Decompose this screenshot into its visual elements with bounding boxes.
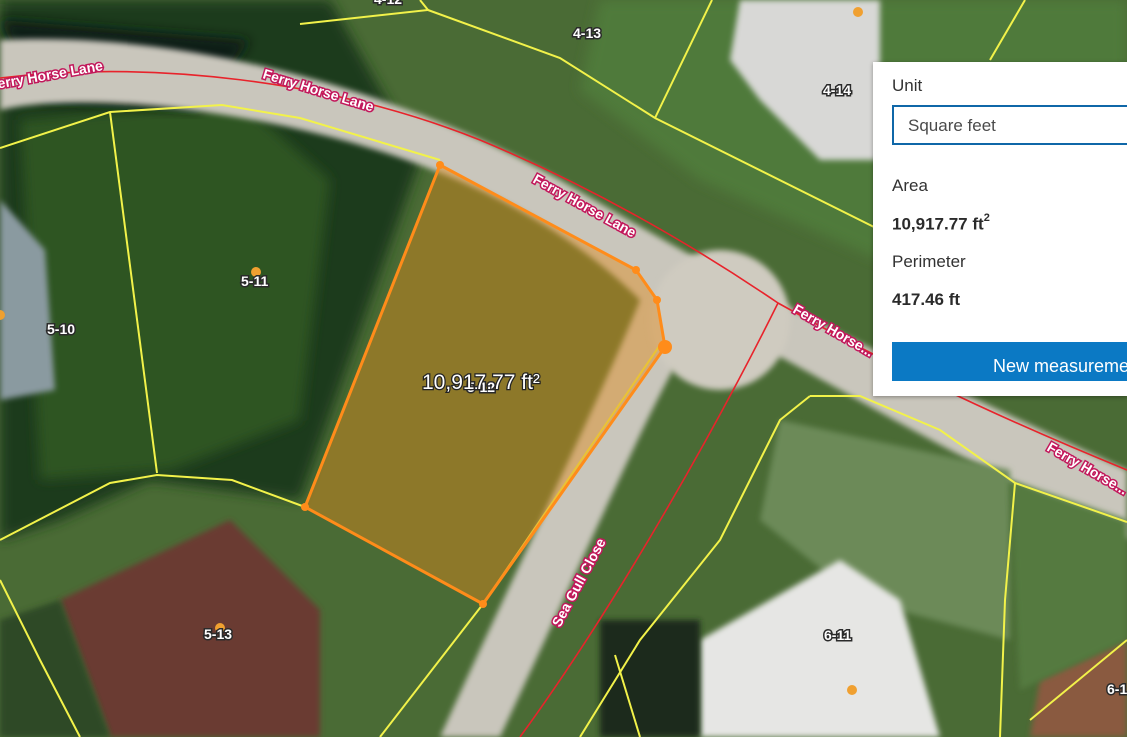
vertex-handle[interactable]	[653, 296, 661, 304]
vertex-handle[interactable]	[479, 600, 487, 608]
vertex-handle[interactable]	[632, 266, 640, 274]
parcel-label: 5-13	[204, 626, 232, 642]
area-value: 10,917.77 ft2	[892, 212, 990, 235]
measurement-area-label: 10,917.77 ft²	[422, 371, 540, 394]
area-label: Area	[892, 176, 928, 195]
parcel-label: 4-13	[573, 25, 601, 41]
parcel-label: 6-1	[1107, 681, 1127, 697]
vertex-handle[interactable]	[301, 503, 309, 511]
parcel-label: 5-10	[47, 321, 75, 337]
parcel-label: 4-12	[374, 0, 402, 7]
unit-label: Unit	[892, 76, 923, 95]
perimeter-value: 417.46 ft	[892, 290, 961, 309]
area-value-text: 10,917.77 ft	[892, 214, 984, 234]
perimeter-label: Perimeter	[892, 252, 966, 271]
area-unit-superscript: 2	[983, 212, 990, 224]
measurement-panel: Unit Square feet Area 10,917.77 ft2 Peri…	[873, 62, 1127, 396]
parcel-label: 5-11	[241, 273, 268, 289]
parcel-label: 4-14	[823, 82, 851, 98]
parcel-label: 6-11	[824, 627, 851, 643]
unit-select[interactable]: Square feet	[892, 105, 1127, 145]
vertex-handle[interactable]	[436, 161, 444, 169]
new-measurement-button[interactable]: New measurement	[892, 342, 1127, 381]
vertex-handle[interactable]	[658, 340, 672, 354]
